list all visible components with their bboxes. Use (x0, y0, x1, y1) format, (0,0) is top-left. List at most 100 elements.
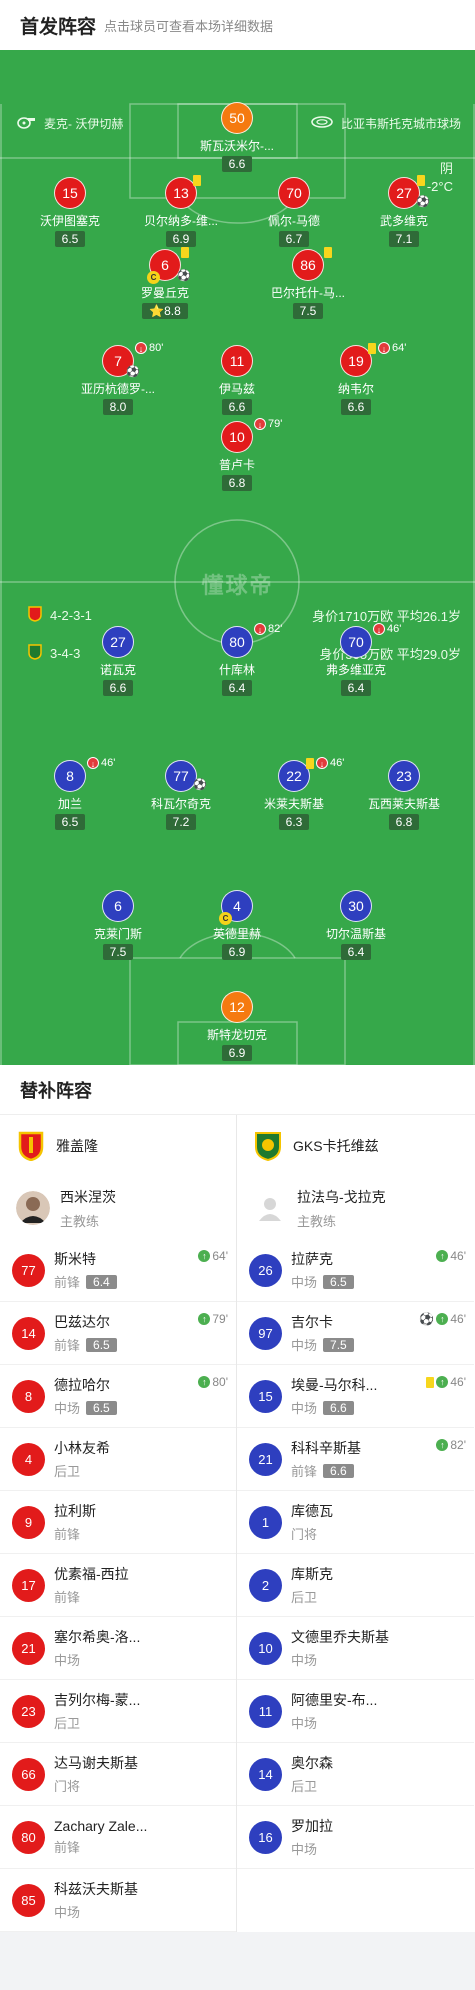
player-number: 2 (249, 1568, 282, 1602)
home-player[interactable]: 70 佩尔-马德 6.7 (234, 177, 354, 248)
player-number: 14 (249, 1757, 282, 1791)
home-player[interactable]: 7 ↓ 80' ⚽ 亚历杭德罗-... 8.0 (58, 342, 178, 416)
player-number: 11 (221, 345, 253, 377)
home-crest-icon (28, 606, 42, 625)
sub-player-row[interactable]: 85 科兹沃夫斯基 中场 (0, 1869, 236, 1932)
away-crest-icon (253, 1129, 283, 1163)
sub-player-row[interactable]: 16 罗加拉 中场 (237, 1806, 474, 1869)
sub-player-row[interactable]: 4 小林友希 后卫 (0, 1428, 236, 1491)
sub-in-event: ↑ 82' (436, 1438, 466, 1452)
home-player[interactable]: 11 伊马兹 6.6 (177, 345, 297, 416)
player-position: 前锋 (54, 1338, 81, 1353)
sub-player-row[interactable]: 21 塞尔希奥-洛... 中场 (0, 1617, 236, 1680)
sub-player-row[interactable]: 14 奥尔森 后卫 (237, 1743, 474, 1806)
player-name: 达马谢夫斯基 (54, 1755, 138, 1771)
player-rating: 6.6 (221, 156, 253, 172)
player-number: 17 (12, 1568, 45, 1602)
player-name: 沃伊图塞克 (39, 214, 100, 228)
away-crest-icon (28, 644, 42, 663)
referee-name: 麦克- 沃伊切赫 (44, 117, 124, 131)
ball-icon: ⚽ (177, 270, 191, 282)
home-player[interactable]: 86 巴尔托什-马... 7.5 (248, 247, 368, 320)
player-position: 前锋 (54, 1590, 81, 1605)
player-number: 50 (221, 102, 253, 134)
player-number: 10 (249, 1631, 282, 1665)
player-name: 伊马兹 (218, 382, 255, 396)
sub-player-row[interactable]: 21 科科辛斯基 前锋 6.6 ↑ 82' (237, 1428, 474, 1491)
sub-out-icon: ↓ (254, 418, 266, 430)
player-number: 21 (12, 1631, 45, 1665)
player-name: 普卢卡 (218, 458, 255, 472)
sub-in-event: ↑ 46' (426, 1375, 466, 1389)
sub-player-row[interactable]: 26 拉萨克 中场 6.5 ↑ 46' (237, 1239, 474, 1302)
player-rating: 8.0 (102, 399, 134, 415)
sub-player-row[interactable]: 97 吉尔卡 中场 7.5 ⚽ ↑ 46' (237, 1302, 474, 1365)
sub-out-icon: ↓ (254, 623, 266, 635)
sub-player-row[interactable]: 80 Zachary Zale... 前锋 (0, 1806, 236, 1869)
sub-player-row[interactable]: 1 库德瓦 门将 (237, 1491, 474, 1554)
player-rating: 6.5 (86, 1400, 117, 1415)
player-number: 23 (388, 760, 420, 792)
player-rating: 7.5 (102, 944, 134, 960)
sub-player-row[interactable]: 17 优素福-西拉 前锋 (0, 1554, 236, 1617)
home-player[interactable]: 19 ↓ 64' 纳韦尔 6.6 (296, 342, 416, 416)
away-player[interactable]: 70 ↓ 46' 弗多维亚克 6.4 (296, 623, 416, 697)
player-number: 85 (12, 1883, 45, 1917)
sub-player-row[interactable]: 14 巴兹达尔 前锋 6.5 ↑ 79' (0, 1302, 236, 1365)
stadium-name: 比亚韦斯托克城市球场 (340, 117, 461, 131)
player-rating: ⭐8.8 (142, 303, 188, 319)
player-position: 前锋 (54, 1527, 81, 1542)
player-rating: 6.6 (221, 399, 253, 415)
home-player[interactable]: 15 沃伊图塞克 6.5 (10, 177, 130, 248)
sub-player-row[interactable]: 15 埃曼-马尔科... 中场 6.6 ↑ 46' (237, 1365, 474, 1428)
sub-player-row[interactable]: 23 吉列尔梅-蒙... 后卫 (0, 1680, 236, 1743)
whistle-icon (16, 115, 36, 132)
away-player[interactable]: 4 C 英德里赫 6.9 (177, 890, 297, 961)
sub-player-row[interactable]: 11 阿德里安-布... 中场 (237, 1680, 474, 1743)
player-rating: 6.4 (86, 1274, 117, 1289)
player-position: 门将 (291, 1527, 318, 1542)
home-player[interactable]: 10 ↓ 79' 普卢卡 6.8 (177, 418, 297, 492)
away-player[interactable]: 77 ⚽ 科瓦尔奇克 7.2 (121, 760, 241, 831)
player-name: 诺瓦克 (99, 663, 136, 677)
coach-role: 主教练 (297, 1213, 337, 1229)
player-number: 10 (221, 421, 253, 453)
sub-player-row[interactable]: 66 达马谢夫斯基 门将 (0, 1743, 236, 1806)
away-player[interactable]: 6 克莱门斯 7.5 (58, 890, 178, 961)
away-player[interactable]: 27 诺瓦克 6.6 (58, 626, 178, 697)
coach-name: 拉法乌-戈拉克 (297, 1188, 386, 1205)
captain-icon: C (147, 271, 160, 284)
referee-info: 麦克- 沃伊切赫 (16, 115, 123, 132)
home-team-name: 雅盖隆 (56, 1138, 98, 1154)
home-player[interactable]: 27 ⚽ 武多维克 7.1 (344, 175, 464, 248)
home-player[interactable]: 50 斯瓦沃米尔-... 6.6 (177, 102, 297, 173)
home-coach-row[interactable]: 西米涅茨 主教练 (0, 1177, 236, 1239)
away-player[interactable]: 8 ↓ 46' 加兰 6.5 (10, 757, 130, 831)
player-name: 科瓦尔奇克 (150, 797, 211, 811)
player-number: 14 (12, 1316, 45, 1350)
pitch: 麦克- 沃伊切赫 比亚韦斯托克城市球场 阴 -2°C 懂球帝 4-2-3-1 身… (0, 50, 475, 1065)
player-rating: 6.3 (278, 814, 310, 830)
sub-player-row[interactable]: 9 拉利斯 前锋 (0, 1491, 236, 1554)
away-coach-row[interactable]: 拉法乌-戈拉克 主教练 (237, 1177, 474, 1239)
away-player[interactable]: 23 瓦西莱夫斯基 6.8 (344, 760, 464, 831)
away-team-row[interactable]: GKS卡托维兹 (237, 1115, 474, 1177)
sub-player-row[interactable]: 2 库斯克 后卫 (237, 1554, 474, 1617)
sub-in-event: ⚽ ↑ 46' (419, 1312, 466, 1326)
sub-event: ↓ 64' (368, 342, 406, 354)
away-player[interactable]: 12 斯特龙切克 6.9 (177, 991, 297, 1062)
home-team-row[interactable]: 雅盖隆 (0, 1115, 236, 1177)
sub-player-row[interactable]: 77 斯米特 前锋 6.4 ↑ 64' (0, 1239, 236, 1302)
away-player[interactable]: 80 ↓ 82' 什库林 6.4 (177, 623, 297, 697)
sub-player-row[interactable]: 10 文德里乔夫斯基 中场 (237, 1617, 474, 1680)
sub-player-row[interactable]: 8 德拉哈尔 中场 6.5 ↑ 80' (0, 1365, 236, 1428)
player-name: 吉列尔梅-蒙... (54, 1692, 141, 1708)
away-player[interactable]: 22 ↓ 46' 米莱夫斯基 6.3 (234, 757, 354, 831)
home-player[interactable]: 6 C ⚽ 罗曼丘克 ⭐8.8 (105, 247, 225, 320)
home-player[interactable]: 13 贝尔纳多-维... 6.9 (121, 175, 241, 248)
away-player[interactable]: 30 切尔温斯基 6.4 (296, 890, 416, 961)
player-name: 科兹沃夫斯基 (54, 1881, 138, 1897)
player-name: 埃曼-马尔科... (291, 1377, 378, 1393)
sub-in-event: ↑ 64' (198, 1249, 228, 1263)
player-rating: 6.6 (340, 399, 372, 415)
